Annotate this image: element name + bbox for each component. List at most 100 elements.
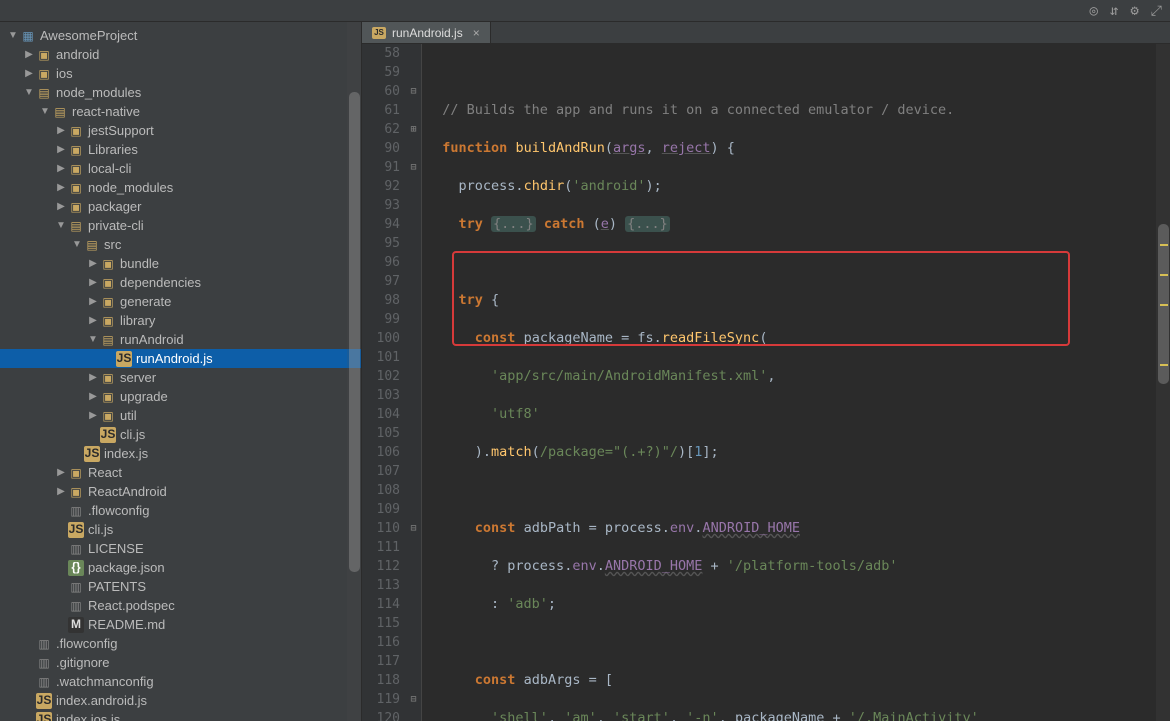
fold-gutter-cell [406,63,421,82]
disclosure-triangle-icon[interactable]: ▶ [88,316,98,326]
file-icon: ▥ [68,503,84,519]
disclosure-triangle-icon[interactable]: ▼ [88,335,98,345]
disclosure-triangle-icon[interactable]: ▶ [88,297,98,307]
disclosure-triangle-icon[interactable]: ▼ [8,31,18,41]
tree-item[interactable]: ▥LICENSE [0,539,361,558]
tree-item-label: runAndroid [120,332,184,347]
tree-item[interactable]: ▶▣library [0,311,361,330]
tree-item[interactable]: ▥React.podspec [0,596,361,615]
tree-item[interactable]: ▶▣android [0,45,361,64]
disclosure-triangle-icon[interactable]: ▼ [56,221,66,231]
tree-item[interactable]: {}package.json [0,558,361,577]
disclosure-triangle-icon[interactable]: ▶ [56,487,66,497]
fold-toggle-icon[interactable]: ⊟ [406,519,421,538]
tree-item-label: node_modules [88,180,173,195]
tree-item[interactable]: ▶▣generate [0,292,361,311]
tree-item[interactable]: ▶▣dependencies [0,273,361,292]
tree-item[interactable]: ▶▣React [0,463,361,482]
tree-item[interactable]: ▥.flowconfig [0,634,361,653]
tree-item[interactable]: ▥.watchmanconfig [0,672,361,691]
tree-item-label: index.android.js [56,693,147,708]
tree-item[interactable]: ▥.flowconfig [0,501,361,520]
folder-icon: ▣ [100,294,116,310]
tree-item[interactable]: ▶▣bundle [0,254,361,273]
collapse-icon[interactable]: ⤢ [1151,3,1162,19]
tree-item-label: LICENSE [88,541,144,556]
folder-open-icon: ▤ [52,104,68,120]
tree-item[interactable]: ▶▣server [0,368,361,387]
js-file-icon: JS [100,427,116,443]
tree-item[interactable]: ▶▣upgrade [0,387,361,406]
disclosure-triangle-icon[interactable]: ▼ [24,88,34,98]
fold-gutter-cell [406,101,421,120]
disclosure-triangle-icon[interactable]: ▶ [24,69,34,79]
disclosure-triangle-icon[interactable]: ▶ [24,50,34,60]
disclosure-triangle-icon[interactable]: ▶ [56,126,66,136]
fold-gutter-cell [406,405,421,424]
tree-item[interactable]: ▼▤private-cli [0,216,361,235]
tree-item[interactable]: ▼▤react-native [0,102,361,121]
disclosure-triangle-icon[interactable]: ▶ [56,202,66,212]
fold-gutter-cell [406,196,421,215]
tree-item[interactable]: ▶▣jestSupport [0,121,361,140]
tree-item[interactable]: JScli.js [0,425,361,444]
tree-item[interactable]: JScli.js [0,520,361,539]
fold-gutter-cell [406,310,421,329]
fold-toggle-icon[interactable]: ⊞ [406,120,421,139]
project-tree[interactable]: ▼▦AwesomeProject▶▣android▶▣ios▼▤node_mod… [0,22,361,721]
tree-item[interactable]: ▥.gitignore [0,653,361,672]
disclosure-triangle-icon[interactable]: ▶ [88,411,98,421]
code-editor[interactable]: // Builds the app and runs it on a conne… [422,44,1170,721]
disclosure-triangle-icon[interactable]: ▶ [88,259,98,269]
tree-item[interactable]: JSindex.ios.js [0,710,361,721]
tree-item[interactable]: ▼▤runAndroid [0,330,361,349]
tree-item[interactable]: MREADME.md [0,615,361,634]
tree-item[interactable]: ▥PATENTS [0,577,361,596]
tab-runandroid[interactable]: JS runAndroid.js × [362,22,491,43]
tree-item[interactable]: ▶▣util [0,406,361,425]
disclosure-triangle-icon[interactable]: ▶ [88,278,98,288]
disclosure-triangle-icon[interactable]: ▼ [72,240,82,250]
tree-item[interactable]: ▶▣Libraries [0,140,361,159]
fold-gutter-cell [406,291,421,310]
tree-item-label: cli.js [88,522,113,537]
scrollbar-thumb[interactable] [349,92,360,572]
tree-item[interactable]: JSindex.android.js [0,691,361,710]
line-number: 92 [362,177,400,196]
tree-item[interactable]: ▼▦AwesomeProject [0,26,361,45]
line-number: 95 [362,234,400,253]
tree-item[interactable]: ▶▣node_modules [0,178,361,197]
line-number: 111 [362,538,400,557]
fold-toggle-icon[interactable]: ⊟ [406,158,421,177]
tree-item[interactable]: ▶▣ReactAndroid [0,482,361,501]
locate-icon[interactable]: ◎ [1089,3,1097,19]
tree-item[interactable]: ▶▣ios [0,64,361,83]
tree-item-selected[interactable]: JSrunAndroid.js [0,349,361,368]
divider-icon[interactable]: ⇵ [1110,3,1118,19]
fold-toggle-icon[interactable]: ⊟ [406,82,421,101]
disclosure-triangle-icon[interactable]: ▶ [88,373,98,383]
tree-item[interactable]: ▶▣local-cli [0,159,361,178]
tree-item[interactable]: ▼▤src [0,235,361,254]
disclosure-triangle-icon[interactable]: ▶ [56,164,66,174]
line-number: 97 [362,272,400,291]
disclosure-triangle-icon[interactable]: ▶ [88,392,98,402]
tree-item-label: util [120,408,137,423]
line-number: 106 [362,443,400,462]
disclosure-triangle-icon[interactable]: ▼ [40,107,50,117]
disclosure-triangle-icon[interactable]: ▶ [56,468,66,478]
tree-item[interactable]: ▶▣packager [0,197,361,216]
tree-item[interactable]: JSindex.js [0,444,361,463]
editor-scrollbar[interactable] [1156,44,1170,721]
tree-item-label: ReactAndroid [88,484,167,499]
fold-gutter[interactable]: ⊟ ⊞ ⊟ ⊟ ⊟ [406,44,422,721]
line-number: 59 [362,63,400,82]
gear-icon[interactable]: ⚙ [1130,3,1138,19]
disclosure-triangle-icon[interactable]: ▶ [56,183,66,193]
line-number: 112 [362,557,400,576]
tree-item[interactable]: ▼▤node_modules [0,83,361,102]
disclosure-triangle-icon[interactable]: ▶ [56,145,66,155]
sidebar-scrollbar[interactable] [347,22,361,721]
close-icon[interactable]: × [473,26,480,40]
fold-toggle-icon[interactable]: ⊟ [406,690,421,709]
